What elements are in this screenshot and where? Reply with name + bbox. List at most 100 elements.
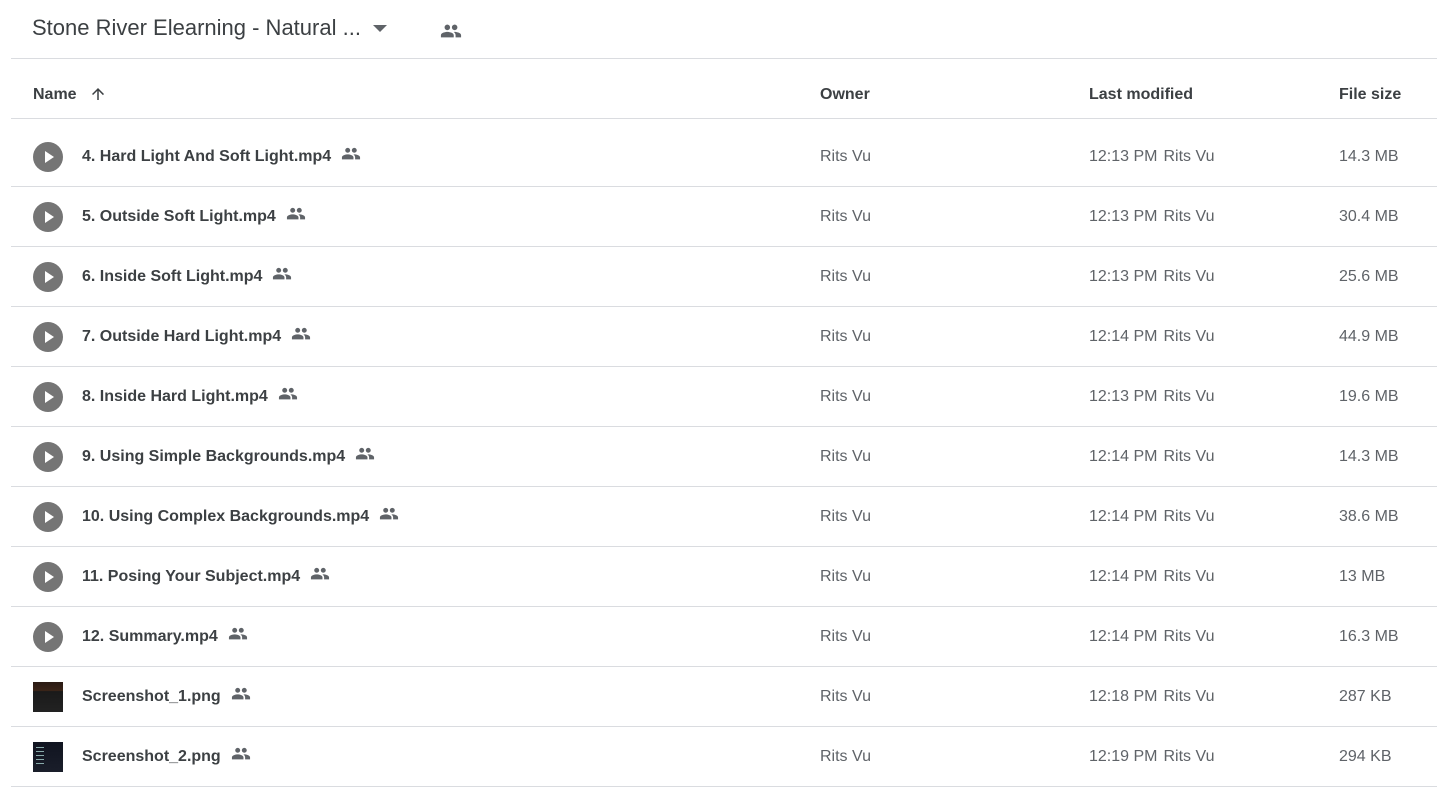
people-icon — [342, 147, 361, 160]
file-row[interactable]: 12. Summary.mp4 Rits Vu 12:14 PM Rits Vu … — [11, 607, 1437, 667]
file-name[interactable]: 9. Using Simple Backgrounds.mp4 — [82, 447, 375, 466]
play-video-icon — [33, 442, 63, 472]
modified-time: 12:14 PM — [1089, 628, 1158, 645]
file-name[interactable]: 11. Posing Your Subject.mp4 — [82, 567, 330, 586]
column-header-row: Name Owner Last modified File size — [0, 59, 1437, 119]
people-icon — [273, 267, 292, 280]
modified-by: Rits Vu — [1163, 448, 1215, 465]
modified-time: 12:14 PM — [1089, 508, 1158, 525]
arrow-upward-icon[interactable] — [89, 85, 107, 103]
file-size: 38.6 MB — [1339, 508, 1399, 525]
folder-header: Stone River Elearning - Natural ... — [0, 0, 1437, 58]
play-video-icon — [33, 322, 63, 352]
file-name[interactable]: Screenshot_1.png — [82, 687, 251, 706]
people-icon — [440, 24, 462, 38]
file-owner: Rits Vu — [820, 508, 871, 525]
file-name-text: 4. Hard Light And Soft Light.mp4 — [82, 148, 332, 165]
column-header-owner[interactable]: Owner — [820, 86, 870, 104]
people-icon — [356, 447, 375, 460]
file-owner: Rits Vu — [820, 148, 871, 165]
file-row[interactable]: 6. Inside Soft Light.mp4 Rits Vu 12:13 P… — [11, 247, 1437, 307]
file-last-modified: 12:14 PM Rits Vu — [1089, 628, 1214, 646]
file-row[interactable]: Screenshot_1.png Rits Vu 12:18 PM Rits Vu… — [11, 667, 1437, 727]
file-last-modified: 12:14 PM Rits Vu — [1089, 568, 1214, 586]
file-last-modified: 12:14 PM Rits Vu — [1089, 328, 1214, 346]
modified-by: Rits Vu — [1163, 328, 1215, 345]
file-name[interactable]: 5. Outside Soft Light.mp4 — [82, 207, 306, 226]
file-row[interactable]: 7. Outside Hard Light.mp4 Rits Vu 12:14 … — [11, 307, 1437, 367]
modified-by: Rits Vu — [1163, 628, 1215, 645]
file-owner: Rits Vu — [820, 388, 871, 405]
file-name[interactable]: 12. Summary.mp4 — [82, 627, 248, 646]
file-name-text: 12. Summary.mp4 — [82, 628, 218, 645]
file-owner: Rits Vu — [820, 568, 871, 585]
folder-title[interactable]: Stone River Elearning - Natural ... — [32, 15, 361, 41]
modified-time: 12:14 PM — [1089, 568, 1158, 585]
file-size: 16.3 MB — [1339, 628, 1399, 645]
people-icon — [292, 327, 311, 340]
modified-by: Rits Vu — [1163, 748, 1215, 765]
file-last-modified: 12:13 PM Rits Vu — [1089, 208, 1214, 226]
file-row[interactable]: 5. Outside Soft Light.mp4 Rits Vu 12:13 … — [11, 187, 1437, 247]
arrow-drop-down-icon[interactable] — [373, 25, 387, 32]
file-row[interactable]: 4. Hard Light And Soft Light.mp4 Rits Vu… — [11, 127, 1437, 187]
file-size: 287 KB — [1339, 688, 1392, 705]
file-size: 30.4 MB — [1339, 208, 1399, 225]
image-thumbnail — [33, 682, 63, 712]
file-owner: Rits Vu — [820, 448, 871, 465]
file-name-text: 9. Using Simple Backgrounds.mp4 — [82, 448, 346, 465]
play-video-icon — [33, 562, 63, 592]
column-header-divider — [11, 118, 1437, 119]
file-name-text: 8. Inside Hard Light.mp4 — [82, 388, 268, 405]
file-last-modified: 12:14 PM Rits Vu — [1089, 448, 1214, 466]
file-name-text: 11. Posing Your Subject.mp4 — [82, 568, 301, 585]
file-row[interactable]: 9. Using Simple Backgrounds.mp4 Rits Vu … — [11, 427, 1437, 487]
modified-by: Rits Vu — [1163, 688, 1215, 705]
people-icon — [231, 687, 250, 700]
file-size: 44.9 MB — [1339, 328, 1399, 345]
people-icon — [231, 747, 250, 760]
file-last-modified: 12:13 PM Rits Vu — [1089, 148, 1214, 166]
people-icon — [278, 387, 297, 400]
file-owner: Rits Vu — [820, 628, 871, 645]
column-header-name[interactable]: Name — [33, 86, 77, 104]
play-video-icon — [33, 622, 63, 652]
file-name[interactable]: 10. Using Complex Backgrounds.mp4 — [82, 507, 399, 526]
file-size: 14.3 MB — [1339, 448, 1399, 465]
file-row[interactable]: 11. Posing Your Subject.mp4 Rits Vu 12:1… — [11, 547, 1437, 607]
file-row[interactable]: 8. Inside Hard Light.mp4 Rits Vu 12:13 P… — [11, 367, 1437, 427]
modified-by: Rits Vu — [1163, 148, 1215, 165]
modified-by: Rits Vu — [1163, 508, 1215, 525]
file-last-modified: 12:13 PM Rits Vu — [1089, 388, 1214, 406]
file-name-text: Screenshot_2.png — [82, 748, 221, 765]
file-name-text: 6. Inside Soft Light.mp4 — [82, 268, 263, 285]
play-video-icon — [33, 262, 63, 292]
modified-by: Rits Vu — [1163, 268, 1215, 285]
file-size: 13 MB — [1339, 568, 1386, 585]
file-name[interactable]: 4. Hard Light And Soft Light.mp4 — [82, 147, 361, 166]
modified-time: 12:13 PM — [1089, 148, 1158, 165]
file-name[interactable]: Screenshot_2.png — [82, 747, 251, 766]
file-owner: Rits Vu — [820, 748, 871, 765]
file-last-modified: 12:13 PM Rits Vu — [1089, 268, 1214, 286]
file-row[interactable]: 10. Using Complex Backgrounds.mp4 Rits V… — [11, 487, 1437, 547]
modified-time: 12:19 PM — [1089, 748, 1158, 765]
file-last-modified: 12:19 PM Rits Vu — [1089, 748, 1214, 766]
people-icon — [311, 567, 330, 580]
modified-time: 12:13 PM — [1089, 388, 1158, 405]
people-icon — [286, 207, 305, 220]
file-name-text: 10. Using Complex Backgrounds.mp4 — [82, 508, 370, 525]
column-header-last-modified[interactable]: Last modified — [1089, 86, 1193, 104]
file-size: 25.6 MB — [1339, 268, 1399, 285]
file-name[interactable]: 7. Outside Hard Light.mp4 — [82, 327, 311, 346]
file-owner: Rits Vu — [820, 208, 871, 225]
file-last-modified: 12:14 PM Rits Vu — [1089, 508, 1214, 526]
file-row[interactable]: Screenshot_2.png Rits Vu 12:19 PM Rits Vu… — [11, 727, 1437, 787]
people-icon — [228, 627, 247, 640]
play-video-icon — [33, 202, 63, 232]
file-name[interactable]: 6. Inside Soft Light.mp4 — [82, 267, 292, 286]
modified-time: 12:13 PM — [1089, 208, 1158, 225]
file-name[interactable]: 8. Inside Hard Light.mp4 — [82, 387, 298, 406]
modified-time: 12:14 PM — [1089, 328, 1158, 345]
column-header-file-size[interactable]: File size — [1339, 86, 1401, 104]
